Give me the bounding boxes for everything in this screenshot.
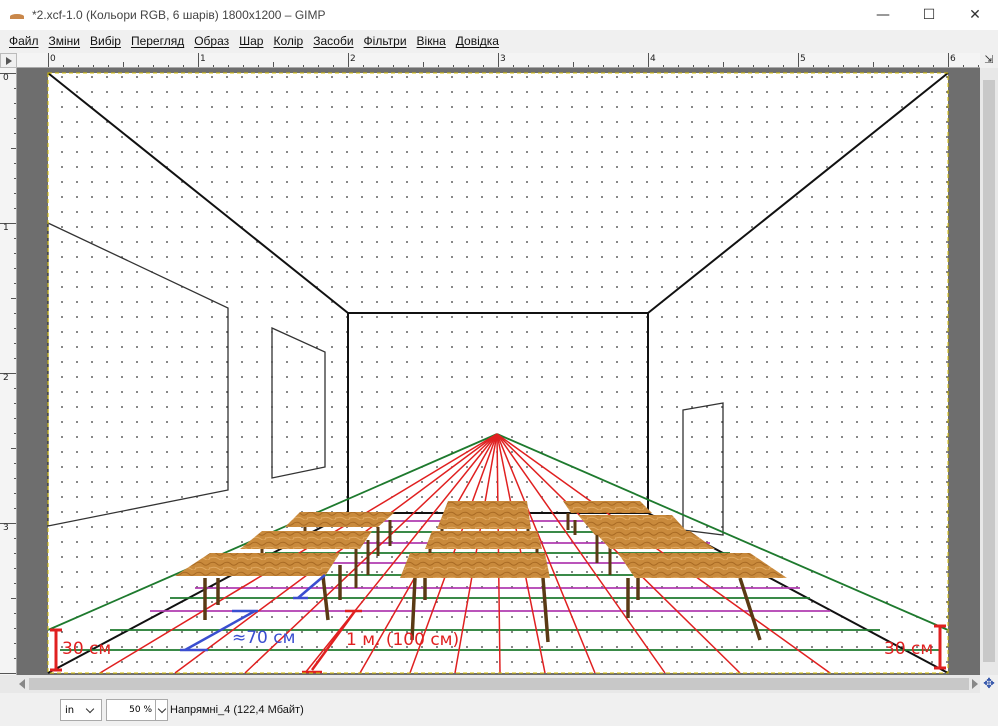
menu-windows[interactable]: Вікна — [412, 34, 451, 48]
zoom-dropdown-button[interactable] — [155, 699, 168, 721]
navigate-icon[interactable]: ✥ — [980, 675, 998, 693]
title-bar: *2.xcf-1.0 (Кольори RGB, 6 шарів) 1800x1… — [0, 0, 998, 30]
chevron-down-icon — [85, 704, 95, 714]
hruler-label-2: 2 — [350, 54, 356, 64]
hruler-label-1: 1 — [200, 54, 206, 64]
status-bar: in 50 % Напрямні_4 (122,4 Мбайт) — [0, 693, 998, 726]
scroll-corner-left — [0, 675, 17, 693]
menu-bar: Файл Зміни Вибір Перегляд Образ Шар Колі… — [0, 30, 998, 52]
vertical-ruler[interactable]: 0 1 2 3 — [0, 68, 17, 675]
left-height-label: 30 см — [62, 639, 111, 659]
length-label: 1 м. (100 см) — [346, 630, 459, 650]
vertical-scrollbar[interactable] — [980, 68, 998, 675]
zoom-value: 50 % — [129, 705, 152, 715]
scroll-left-icon[interactable] — [19, 679, 25, 689]
vertical-scroll-thumb[interactable] — [983, 80, 995, 662]
menu-colors[interactable]: Колір — [268, 34, 308, 48]
menu-view[interactable]: Перегляд — [126, 34, 189, 48]
vertical-ruler-ticks — [0, 73, 16, 674]
vruler-label-3: 3 — [3, 523, 9, 533]
status-message: Напрямні_4 (122,4 Мбайт) — [170, 704, 304, 716]
menu-help[interactable]: Довідка — [451, 34, 504, 48]
zoom-input[interactable]: 50 % — [106, 699, 156, 721]
horizontal-ruler-ticks — [48, 53, 979, 67]
hruler-label-0: 0 — [50, 54, 56, 64]
menu-tools[interactable]: Засоби — [308, 34, 358, 48]
menu-filters[interactable]: Фільтри — [359, 34, 412, 48]
menu-file[interactable]: Файл — [4, 34, 44, 48]
vruler-label-1: 1 — [3, 223, 9, 233]
menu-image[interactable]: Образ — [189, 34, 234, 48]
gap-label: ≈70 см — [232, 628, 295, 648]
gimp-app-icon — [8, 6, 26, 24]
menu-select[interactable]: Вибір — [85, 34, 126, 48]
menu-edit[interactable]: Зміни — [44, 34, 86, 48]
hruler-label-5: 5 — [800, 54, 806, 64]
scroll-right-icon[interactable] — [972, 679, 978, 689]
window-controls: — ☐ ✕ — [860, 0, 998, 30]
ruler-end-arrow-icon: ⇲ — [984, 53, 994, 66]
quick-mask-toggle-button[interactable] — [0, 53, 17, 68]
dot-grid — [48, 73, 948, 673]
unit-value: in — [65, 704, 75, 716]
image-canvas[interactable]: ≈70 см 1 м. (100 см) 30 см 30 см — [17, 68, 980, 675]
maximize-button[interactable]: ☐ — [906, 0, 952, 30]
vruler-label-2: 2 — [3, 373, 9, 383]
close-button[interactable]: ✕ — [952, 0, 998, 30]
horizontal-scroll-thumb[interactable] — [29, 678, 969, 690]
menu-layer[interactable]: Шар — [234, 34, 268, 48]
unit-select[interactable]: in — [60, 699, 102, 721]
hruler-label-3: 3 — [500, 54, 506, 64]
minimize-button[interactable]: — — [860, 0, 906, 30]
vruler-label-0: 0 — [3, 73, 9, 83]
classroom-perspective-drawing: ≈70 см 1 м. (100 см) 30 см 30 см — [47, 72, 949, 674]
hruler-label-4: 4 — [650, 54, 656, 64]
horizontal-scrollbar[interactable] — [17, 675, 980, 693]
gimp-window: *2.xcf-1.0 (Кольори RGB, 6 шарів) 1800x1… — [0, 0, 998, 726]
hruler-label-6: 6 — [950, 54, 956, 64]
window-title: *2.xcf-1.0 (Кольори RGB, 6 шарів) 1800x1… — [32, 8, 326, 22]
right-height-label: 30 см — [884, 639, 933, 659]
horizontal-ruler[interactable]: 0 1 2 3 4 5 6 — [17, 53, 980, 68]
chevron-down-icon — [157, 704, 167, 714]
